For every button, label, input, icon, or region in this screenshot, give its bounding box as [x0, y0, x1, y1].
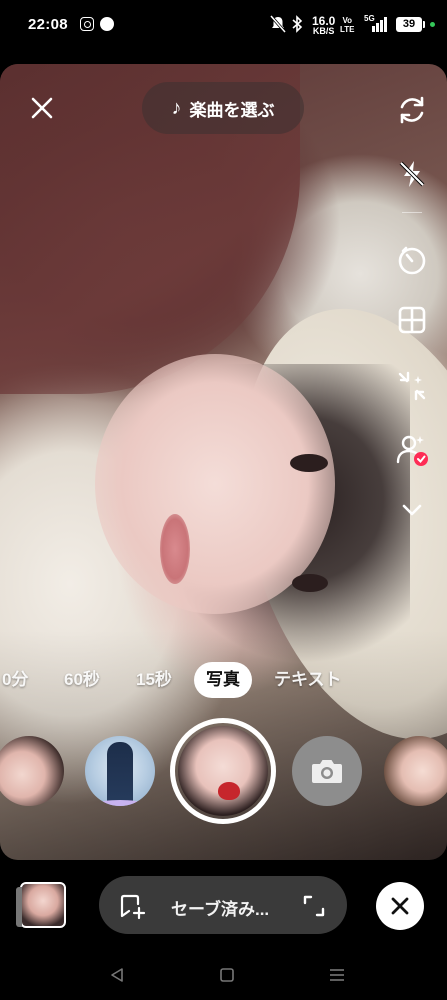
mode-tab[interactable]: 60秒 [64, 662, 100, 698]
close-icon[interactable] [26, 92, 58, 124]
saved-drafts-label: セーブ済み... [171, 900, 270, 919]
add-to-album-icon [119, 892, 147, 920]
mode-tab[interactable]: テキスト [274, 662, 342, 698]
status-bar: 22:08 16.0 KB/S Vo LTE 5G 39 [0, 0, 447, 52]
collab-icon[interactable] [394, 432, 430, 468]
preview-eye [292, 574, 328, 592]
bluetooth-icon [291, 15, 303, 33]
rail-divider [402, 212, 422, 213]
photo-camera-icon[interactable] [292, 736, 362, 806]
strawberry-graphic [218, 782, 240, 800]
expand-icon[interactable] [301, 893, 327, 919]
gallery-thumbnail[interactable] [16, 882, 66, 928]
back-icon[interactable] [104, 962, 130, 988]
close-icon [391, 897, 409, 915]
mute-icon [269, 15, 287, 33]
status-time: 22:08 [28, 16, 68, 33]
status-dot [430, 22, 435, 27]
effect-thumbnail[interactable] [85, 736, 155, 806]
bottom-bar: セーブ済み... [0, 860, 447, 950]
mode-tabs: 0分 60秒 15秒 写真 テキスト [0, 662, 447, 698]
mode-tab[interactable]: 15秒 [136, 662, 172, 698]
music-note-icon: ♪ [171, 96, 182, 119]
flash-off-icon[interactable] [394, 156, 430, 192]
preview-eye [290, 454, 328, 472]
system-nav-bar [0, 950, 447, 1000]
battery-indicator: 39 [396, 17, 425, 32]
selected-effect-preview[interactable] [178, 726, 268, 816]
add-sound-button[interactable]: ♪ 楽曲を選ぶ [142, 82, 304, 134]
saved-drafts-button[interactable]: セーブ済み... [99, 876, 347, 934]
figure-graphic [99, 742, 141, 806]
recents-icon[interactable] [324, 962, 350, 988]
network-speed: 16.0 KB/S [312, 14, 336, 36]
volte-indicator: Vo LTE [340, 16, 355, 34]
layout-icon[interactable] [394, 302, 430, 338]
add-sound-label: 楽曲を選ぶ [189, 100, 275, 120]
mode-tab[interactable]: 0分 [2, 662, 28, 698]
discard-button[interactable] [376, 882, 424, 930]
preview-lips [160, 514, 190, 584]
retouch-icon[interactable] [394, 368, 430, 404]
line-icon [100, 17, 114, 31]
mode-tab-active[interactable]: 写真 [194, 662, 252, 698]
timer-icon[interactable] [394, 242, 430, 278]
home-icon[interactable] [214, 962, 240, 988]
effect-thumbnail[interactable] [384, 736, 447, 806]
chevron-down-icon[interactable] [394, 492, 430, 528]
flip-camera-icon[interactable] [394, 92, 430, 128]
signal-icon: 5G [364, 14, 390, 34]
instagram-icon [80, 17, 94, 31]
